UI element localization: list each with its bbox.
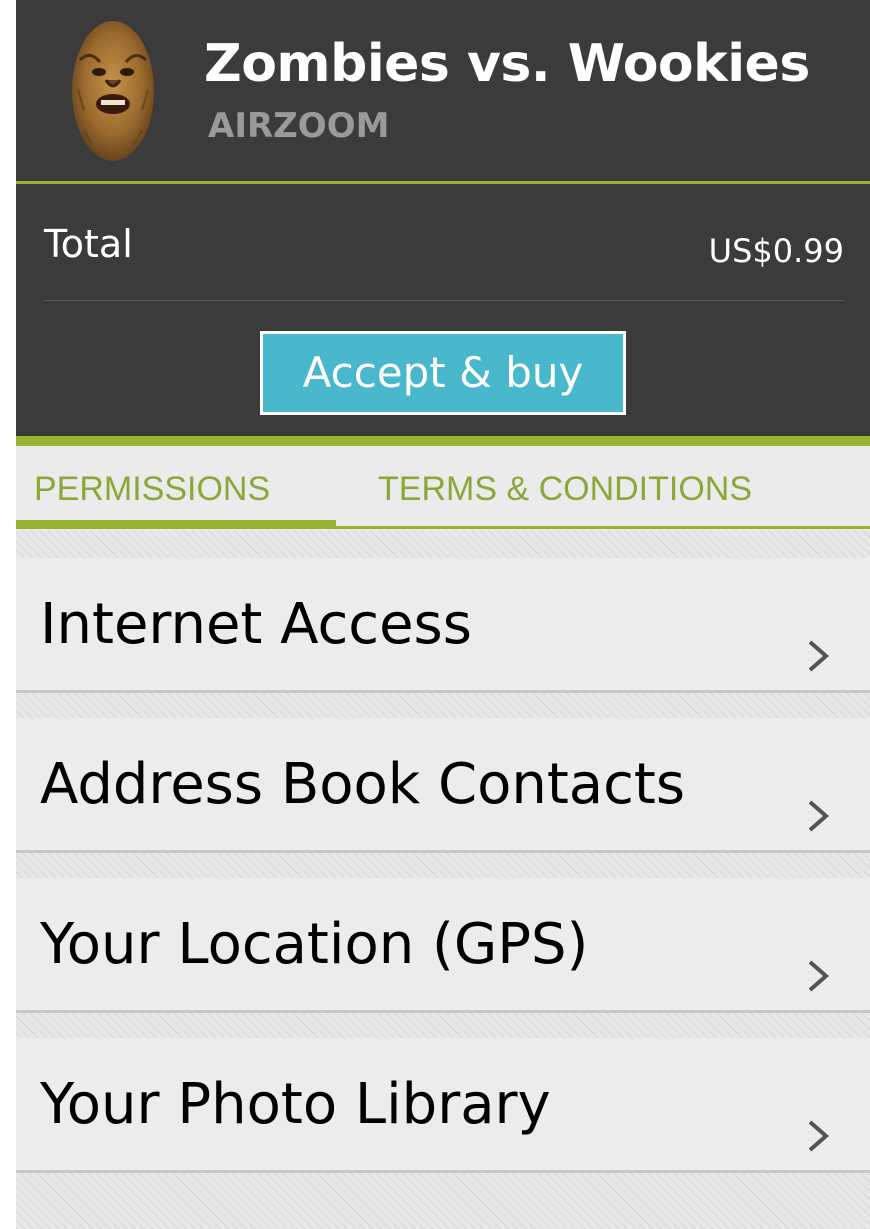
permission-row-location[interactable]: Your Location (GPS)	[16, 878, 870, 1013]
chevron-right-icon	[808, 800, 830, 832]
developer-name: AIRZOOM	[208, 106, 390, 146]
chevron-right-icon	[808, 640, 830, 672]
purchase-screen: Zombies vs. Wookies AIRZOOM Total US$0.9…	[16, 0, 870, 1229]
permission-label: Address Book Contacts	[40, 752, 686, 817]
permission-row-photo-library[interactable]: Your Photo Library	[16, 1038, 870, 1173]
tab-bar: PERMISSIONS TERMS & CONDITIONS	[16, 446, 870, 530]
purchase-header: Zombies vs. Wookies AIRZOOM Total US$0.9…	[16, 0, 870, 438]
chevron-right-icon	[808, 1120, 830, 1152]
active-tab-indicator	[16, 520, 336, 528]
accept-and-buy-button[interactable]: Accept & buy	[260, 331, 626, 415]
total-divider	[44, 300, 844, 301]
permissions-list: Internet Access Address Book Contacts Yo…	[16, 530, 870, 1229]
header-divider	[16, 181, 870, 184]
section-divider	[16, 436, 870, 446]
permission-label: Internet Access	[40, 592, 472, 657]
chevron-right-icon	[808, 960, 830, 992]
wookiee-face-icon	[72, 21, 154, 161]
permission-label: Your Photo Library	[40, 1072, 551, 1137]
total-label: Total	[44, 222, 133, 266]
permission-row-internet-access[interactable]: Internet Access	[16, 558, 870, 693]
app-icon	[70, 20, 156, 162]
permission-label: Your Location (GPS)	[40, 912, 589, 977]
tab-permissions[interactable]: PERMISSIONS	[34, 470, 270, 509]
tab-terms-and-conditions[interactable]: TERMS & CONDITIONS	[378, 470, 752, 509]
permission-row-address-book[interactable]: Address Book Contacts	[16, 718, 870, 853]
app-title: Zombies vs. Wookies	[204, 34, 810, 94]
total-price: US$0.99	[708, 232, 844, 270]
